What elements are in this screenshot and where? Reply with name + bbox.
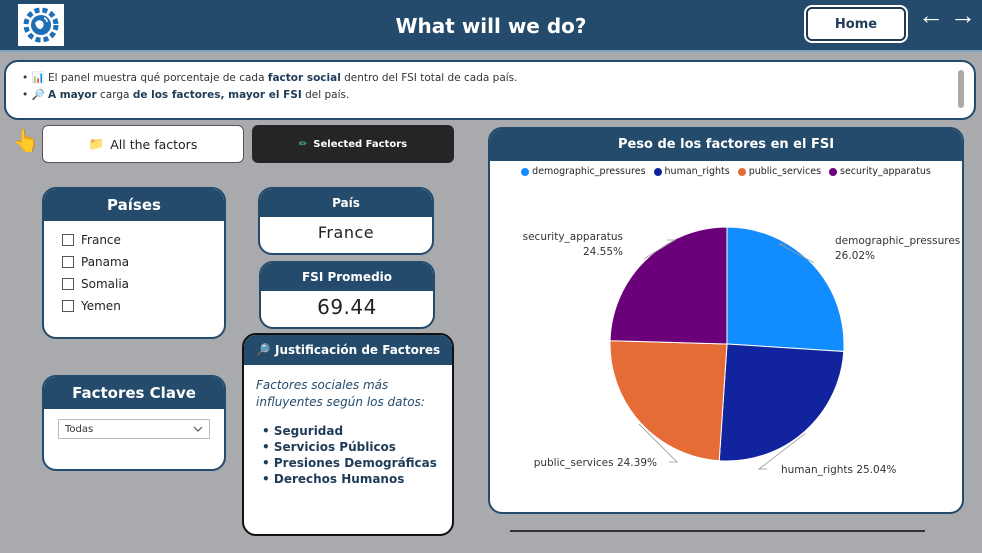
legend-item-public-services[interactable]: public_services bbox=[737, 166, 822, 177]
data-label: public_services 24.39% bbox=[534, 457, 657, 469]
header-bar: What will we do? Home ← → bbox=[0, 0, 982, 52]
legend-item-demographic-pressures[interactable]: demographic_pressures bbox=[521, 166, 646, 177]
checkbox[interactable] bbox=[62, 256, 74, 268]
info-text: del país. bbox=[301, 89, 350, 101]
country-checkbox-yemen[interactable]: Yemen bbox=[44, 295, 224, 317]
legend-label: security_apparatus bbox=[840, 166, 931, 177]
pie-slice-security-apparatus[interactable] bbox=[609, 226, 728, 345]
tab-label: Selected Factors bbox=[313, 138, 408, 150]
checkbox-label: Somalia bbox=[81, 277, 130, 291]
chevron-down-icon bbox=[193, 426, 203, 432]
chart-title: Peso de los factores en el FSI bbox=[490, 129, 962, 161]
checkbox[interactable] bbox=[62, 278, 74, 290]
tab-selected-factors[interactable]: ✏ Selected Factors bbox=[252, 125, 454, 163]
data-value-label: 26.02% bbox=[835, 250, 875, 262]
magnifier-icon: 🔎 bbox=[255, 343, 271, 357]
info-line-1: • 📊 El panel muestra qué porcentaje de c… bbox=[22, 70, 958, 87]
checkbox[interactable] bbox=[62, 234, 74, 246]
dropdown-value: Todas bbox=[65, 423, 94, 435]
pie-slice-public-services[interactable] bbox=[609, 340, 728, 462]
list-item: • Seguridad bbox=[262, 424, 344, 438]
country-checkbox-panama[interactable]: Panama bbox=[44, 251, 224, 273]
list-item-text: Servicios Públicos bbox=[273, 440, 396, 454]
forward-arrow-icon[interactable]: → bbox=[950, 2, 976, 28]
chart-legend: demographic_pressures human_rights public_… bbox=[490, 166, 962, 177]
list-item-text: Seguridad bbox=[273, 424, 344, 438]
checkbox-label: Panama bbox=[81, 255, 130, 269]
back-arrow-icon[interactable]: ← bbox=[918, 2, 944, 28]
tab-all-factors[interactable]: 📁 All the factors bbox=[42, 125, 244, 163]
list-item-text: Derechos Humanos bbox=[273, 472, 405, 486]
info-bold: de los factores, mayor el FSI bbox=[132, 89, 302, 101]
folder-icon: 📁 bbox=[88, 136, 105, 151]
list-item-text: Presiones Demográficas bbox=[273, 456, 437, 470]
list-item: • Derechos Humanos bbox=[262, 472, 405, 486]
legend-label: demographic_pressures bbox=[532, 166, 646, 177]
home-button[interactable]: Home bbox=[806, 7, 906, 41]
pie-chart-card: Peso de los factores en el FSI demograph… bbox=[488, 127, 964, 514]
country-checkbox-france[interactable]: France bbox=[44, 229, 224, 251]
data-label: human_rights 25.04% bbox=[781, 464, 896, 476]
checkbox[interactable] bbox=[62, 300, 74, 312]
scrollbar[interactable] bbox=[958, 70, 964, 108]
data-label: demographic_pressures bbox=[835, 235, 960, 247]
card-title-text: Justificación de Factores bbox=[275, 343, 441, 357]
info-text: carga bbox=[96, 89, 133, 101]
paises-slicer: Países France Panama Somalia Yemen bbox=[42, 187, 226, 339]
card-title: Países bbox=[44, 189, 224, 221]
card-title: País bbox=[260, 189, 432, 217]
legend-marker bbox=[737, 167, 746, 176]
justificacion-list: • Seguridad • Servicios Públicos • Presi… bbox=[244, 411, 452, 487]
card-title: 🔎 Justificación de Factores bbox=[244, 335, 452, 365]
legend-marker bbox=[653, 167, 662, 176]
legend-label: public_services bbox=[748, 166, 822, 177]
pie-slice-demographic-pressures[interactable] bbox=[726, 226, 845, 353]
info-line-2: • 🔎 A mayor carga de los factores, mayor… bbox=[22, 87, 958, 104]
info-bold: A mayor bbox=[47, 89, 97, 101]
factores-clave-slicer: Factores Clave Todas bbox=[42, 375, 226, 471]
info-panel: • 📊 El panel muestra qué porcentaje de c… bbox=[4, 60, 976, 120]
pie-chart: demographic_pressures 26.02% human_rights … bbox=[523, 226, 960, 476]
pie-slice-human-rights[interactable] bbox=[718, 343, 845, 462]
pais-value: France bbox=[317, 223, 375, 242]
checkbox-label: Yemen bbox=[81, 299, 121, 313]
legend-item-human-rights[interactable]: human_rights bbox=[653, 166, 730, 177]
legend-item-security-apparatus[interactable]: security_apparatus bbox=[829, 166, 931, 177]
list-item: • Servicios Públicos bbox=[262, 440, 396, 454]
pencil-icon: ✏ bbox=[298, 138, 308, 150]
card-title: FSI Promedio bbox=[261, 263, 433, 291]
justificacion-card: 🔎 Justificación de Factores Factores soc… bbox=[242, 333, 454, 536]
justificacion-intro: Factores sociales más influyentes según … bbox=[256, 378, 425, 409]
pointing-hand-icon: 👆 bbox=[12, 128, 40, 153]
info-text: • 🔎 bbox=[22, 89, 48, 101]
data-value-label: 24.55% bbox=[583, 246, 623, 258]
info-text: • 📊 El panel muestra qué porcentaje de c… bbox=[22, 72, 268, 84]
fsi-card: FSI Promedio 69.44 bbox=[259, 261, 435, 329]
legend-marker bbox=[521, 167, 530, 176]
divider bbox=[510, 530, 925, 532]
pais-card: País France bbox=[258, 187, 434, 255]
info-text: dentro del FSI total de cada país. bbox=[340, 72, 518, 84]
factor-dropdown[interactable]: Todas bbox=[58, 419, 210, 439]
info-bold: factor social bbox=[267, 72, 341, 84]
list-item: • Presiones Demográficas bbox=[262, 456, 437, 470]
country-checkbox-somalia[interactable]: Somalia bbox=[44, 273, 224, 295]
checkbox-label: France bbox=[81, 233, 121, 247]
fsi-value: 69.44 bbox=[317, 295, 377, 319]
legend-marker bbox=[829, 167, 838, 176]
card-title: Factores Clave bbox=[44, 377, 224, 409]
legend-label: human_rights bbox=[664, 166, 730, 177]
tab-label: All the factors bbox=[110, 136, 198, 152]
data-label: security_apparatus bbox=[523, 231, 623, 243]
